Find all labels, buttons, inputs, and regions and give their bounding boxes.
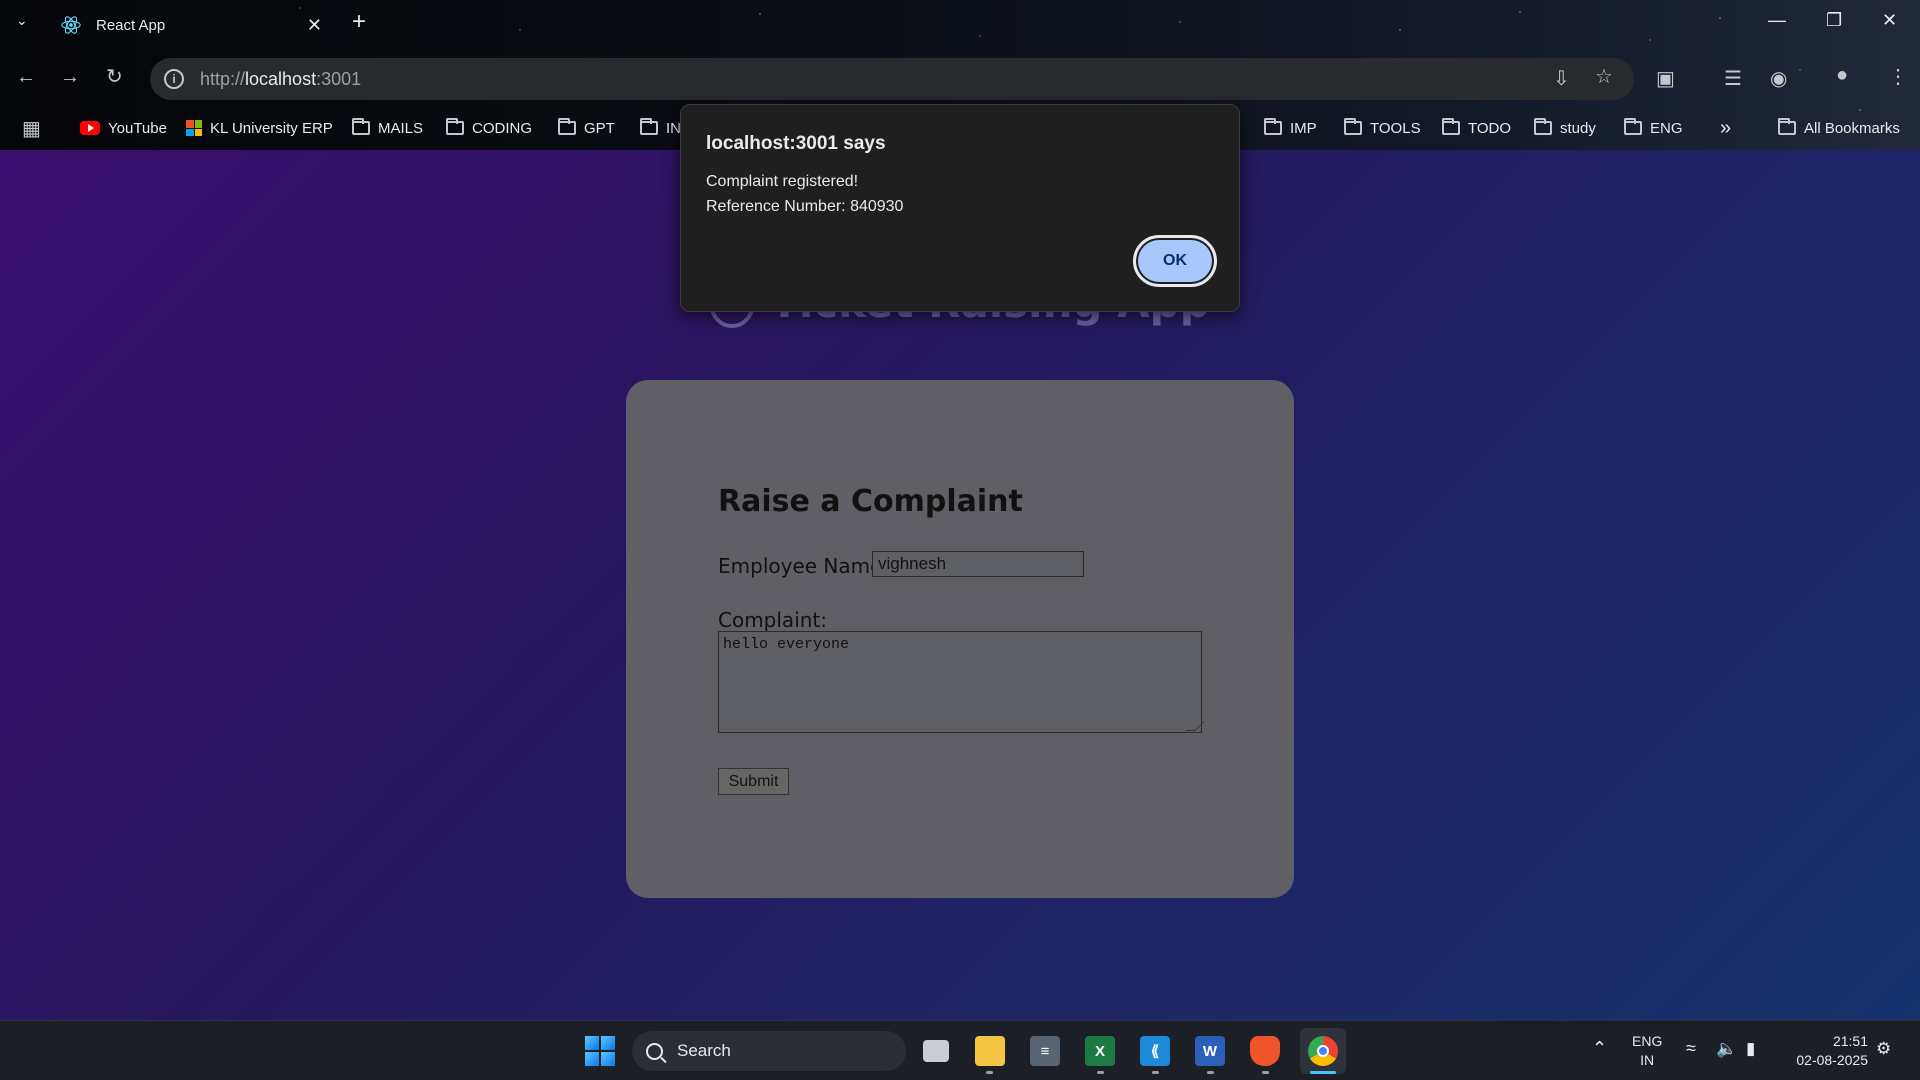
bookmark-study[interactable]: study [1534, 110, 1596, 146]
bookmark-in[interactable]: IN [640, 110, 681, 146]
dialog-reference-number: Reference Number: 840930 [706, 198, 904, 215]
bookmark-tools[interactable]: TOOLS [1344, 110, 1421, 146]
form-heading: Raise a Complaint [718, 484, 1023, 519]
bookmark-youtube[interactable]: YouTube [80, 110, 167, 146]
calculator-icon: ≡ [1030, 1036, 1060, 1066]
word-icon: W [1195, 1036, 1225, 1066]
active-indicator [1310, 1071, 1336, 1074]
vscode-icon: ⟪ [1140, 1036, 1170, 1066]
file-explorer-icon [975, 1036, 1005, 1066]
bookmark-todo[interactable]: TODO [1442, 110, 1511, 146]
running-indicator [1207, 1071, 1214, 1074]
new-tab-plus-icon[interactable]: + [352, 8, 366, 36]
tab-title: React App [96, 16, 166, 34]
complaint-form-card: Raise a Complaint Employee Name: Complai… [626, 380, 1294, 898]
extensions-icon[interactable]: ▣ [1656, 66, 1675, 91]
brave-button[interactable] [1245, 1031, 1285, 1071]
back-arrow-icon[interactable]: ← [16, 66, 36, 89]
site-info-icon[interactable]: i [164, 69, 184, 89]
search-icon [646, 1042, 663, 1060]
reading-list-icon[interactable]: ☰ [1724, 66, 1742, 91]
folder-icon [1344, 118, 1362, 135]
task-view-icon [923, 1040, 949, 1062]
complaint-textarea[interactable]: hello everyone [718, 631, 1202, 733]
excel-button[interactable]: X [1080, 1031, 1120, 1071]
forward-arrow-icon[interactable]: → [60, 66, 80, 89]
language-indicator[interactable]: ENG IN [1632, 1032, 1662, 1070]
employee-name-label: Employee Name: [718, 554, 890, 578]
task-view-button[interactable] [916, 1031, 956, 1071]
close-tab-icon[interactable]: ✕ [307, 15, 322, 36]
running-indicator [1097, 1071, 1104, 1074]
folder-icon [1264, 118, 1282, 135]
all-bookmarks[interactable]: All Bookmarks [1778, 110, 1900, 146]
folder-icon [640, 118, 658, 135]
bookmark-eng[interactable]: ENG [1624, 110, 1683, 146]
tab-search-chevron-icon[interactable]: ⌄ [16, 12, 28, 29]
menu-kebab-icon[interactable]: ⋮ [1888, 64, 1908, 89]
show-hidden-icons-chevron[interactable]: ⌃ [1592, 1039, 1607, 1058]
microsoft-icon [186, 120, 202, 136]
complaint-label: Complaint: [718, 608, 828, 632]
folder-icon [1778, 118, 1796, 135]
bookmark-imp[interactable]: IMP [1264, 110, 1317, 146]
folder-icon [1624, 118, 1642, 135]
reload-icon[interactable]: ↻ [106, 64, 123, 89]
bookmark-gpt[interactable]: GPT [558, 110, 615, 146]
ok-button[interactable]: OK [1133, 235, 1217, 287]
close-window-icon[interactable]: ✕ [1882, 10, 1897, 31]
start-button[interactable] [580, 1031, 620, 1071]
dialog-message: Complaint registered! [706, 173, 859, 190]
minimize-icon[interactable]: — [1768, 10, 1786, 31]
taskbar: Search ≡ X ⟪ W ⌃ ENG IN ≈ 🔈 ▮ 21:51 02-0… [0, 1020, 1920, 1080]
clock[interactable]: 21:51 02-08-2025 [1782, 1032, 1868, 1070]
folder-icon [1534, 118, 1552, 135]
calculator-button[interactable]: ≡ [1025, 1031, 1065, 1071]
youtube-icon [80, 121, 100, 135]
apps-grid-icon[interactable]: ▦ [22, 110, 41, 146]
employee-name-input[interactable] [872, 551, 1084, 577]
windows-logo-icon [585, 1036, 615, 1066]
submit-button[interactable]: Submit [718, 768, 789, 795]
running-indicator [1262, 1071, 1269, 1074]
folder-icon [352, 118, 370, 135]
bookmark-star-icon[interactable]: ☆ [1595, 64, 1613, 89]
notification-bell-icon[interactable]: ⚙ [1876, 1039, 1891, 1058]
folder-icon [558, 118, 576, 135]
running-indicator [1152, 1071, 1159, 1074]
excel-icon: X [1085, 1036, 1115, 1066]
bookmark-coding[interactable]: CODING [446, 110, 532, 146]
vscode-button[interactable]: ⟪ [1135, 1031, 1175, 1071]
word-button[interactable]: W [1190, 1031, 1230, 1071]
folder-icon [1442, 118, 1460, 135]
bookmark-mails[interactable]: MAILS [352, 110, 423, 146]
chrome-button[interactable] [1300, 1028, 1346, 1074]
restore-icon[interactable]: ❐ [1826, 10, 1842, 31]
wifi-icon[interactable]: ≈ [1686, 1039, 1696, 1058]
running-indicator [986, 1071, 993, 1074]
tab-react-app[interactable]: React App ✕ [48, 4, 334, 46]
dialog-title: localhost:3001 says [706, 133, 886, 154]
bookmarks-overflow-icon[interactable]: » [1720, 110, 1731, 146]
address-bar[interactable]: i http://localhost:3001 [150, 58, 1634, 100]
file-explorer-button[interactable] [970, 1031, 1010, 1071]
react-icon [61, 16, 81, 34]
install-app-icon[interactable]: ⇩ [1553, 66, 1570, 91]
volume-icon[interactable]: 🔈 [1716, 1039, 1737, 1058]
alert-dialog: localhost:3001 says Complaint registered… [680, 104, 1240, 312]
chrome-icon [1308, 1036, 1338, 1066]
bookmark-kl-erp[interactable]: KL University ERP [186, 110, 333, 146]
lens-screenshot-icon[interactable]: ◉ [1770, 66, 1787, 91]
profile-avatar-icon[interactable]: ● [1836, 64, 1848, 87]
taskbar-search[interactable]: Search [632, 1031, 906, 1071]
brave-lion-icon [1250, 1036, 1280, 1066]
battery-icon[interactable]: ▮ [1746, 1039, 1755, 1058]
folder-icon [446, 118, 464, 135]
url-text: http://localhost:3001 [200, 68, 362, 89]
